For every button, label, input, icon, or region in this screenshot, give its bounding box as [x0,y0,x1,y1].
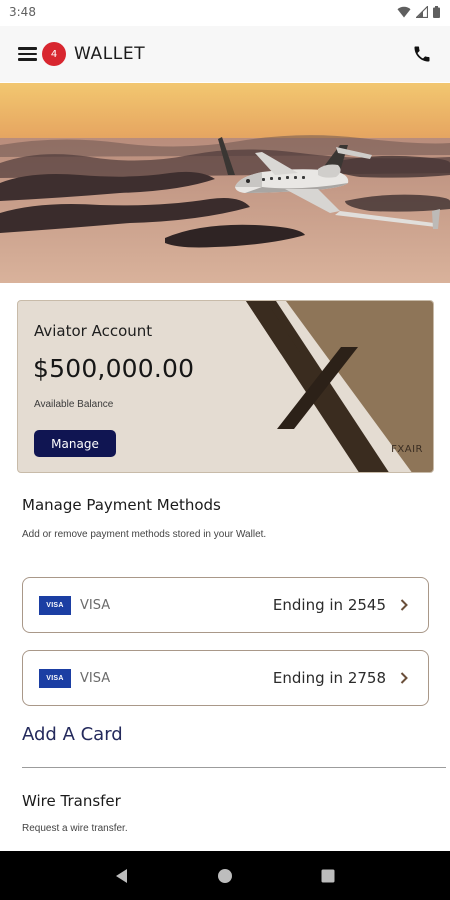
phone-icon[interactable] [410,42,434,66]
payment-card-row[interactable]: VISA VISA Ending in 2545 [22,577,429,633]
system-navigation-bar [0,851,450,900]
account-card[interactable]: Aviator Account $500,000.00 Available Ba… [17,300,434,473]
card-brand-label: VISA [80,670,111,686]
fxair-logo: FXAIR [391,444,423,455]
manage-button[interactable]: Manage [34,430,116,457]
app-bar: 4 WALLET [0,26,450,82]
wallet-screen: 3:48 4 WALLET Aviator Account $500,000.0… [0,0,450,900]
card-ending-label: Ending in 2758 [272,669,386,687]
notification-badge[interactable]: 4 [42,42,66,66]
account-balance: $500,000.00 [33,354,195,383]
hero-jet-image [0,83,450,283]
hamburger-menu-icon[interactable] [18,42,42,66]
recents-square-icon[interactable] [313,861,343,891]
status-time: 3:48 [9,5,36,19]
wire-transfer-subtitle: Request a wire transfer. [22,823,128,834]
account-name: Aviator Account [34,322,153,340]
visa-logo-icon: VISA [39,595,71,615]
payment-methods-title: Manage Payment Methods [22,496,221,514]
visa-logo-icon: VISA [39,668,71,688]
back-triangle-icon[interactable] [107,861,137,891]
card-brand-label: VISA [80,597,111,613]
battery-icon [433,6,440,18]
payment-card-row[interactable]: VISA VISA Ending in 2758 [22,650,429,706]
home-circle-icon[interactable] [210,861,240,891]
chevron-right-icon [398,598,410,612]
system-icons [397,6,440,18]
card-ending-label: Ending in 2545 [272,596,386,614]
balance-label: Available Balance [34,399,114,410]
add-card-link[interactable]: Add A Card [22,724,123,745]
wifi-icon [397,6,411,18]
payment-methods-subtitle: Add or remove payment methods stored in … [22,529,267,540]
page-title: WALLET [74,44,146,64]
chevron-right-icon [398,671,410,685]
section-divider [22,767,446,768]
hero-illustration [0,83,450,283]
wire-transfer-title[interactable]: Wire Transfer [22,792,121,810]
signal-icon [416,6,428,18]
status-bar: 3:48 [0,0,450,24]
